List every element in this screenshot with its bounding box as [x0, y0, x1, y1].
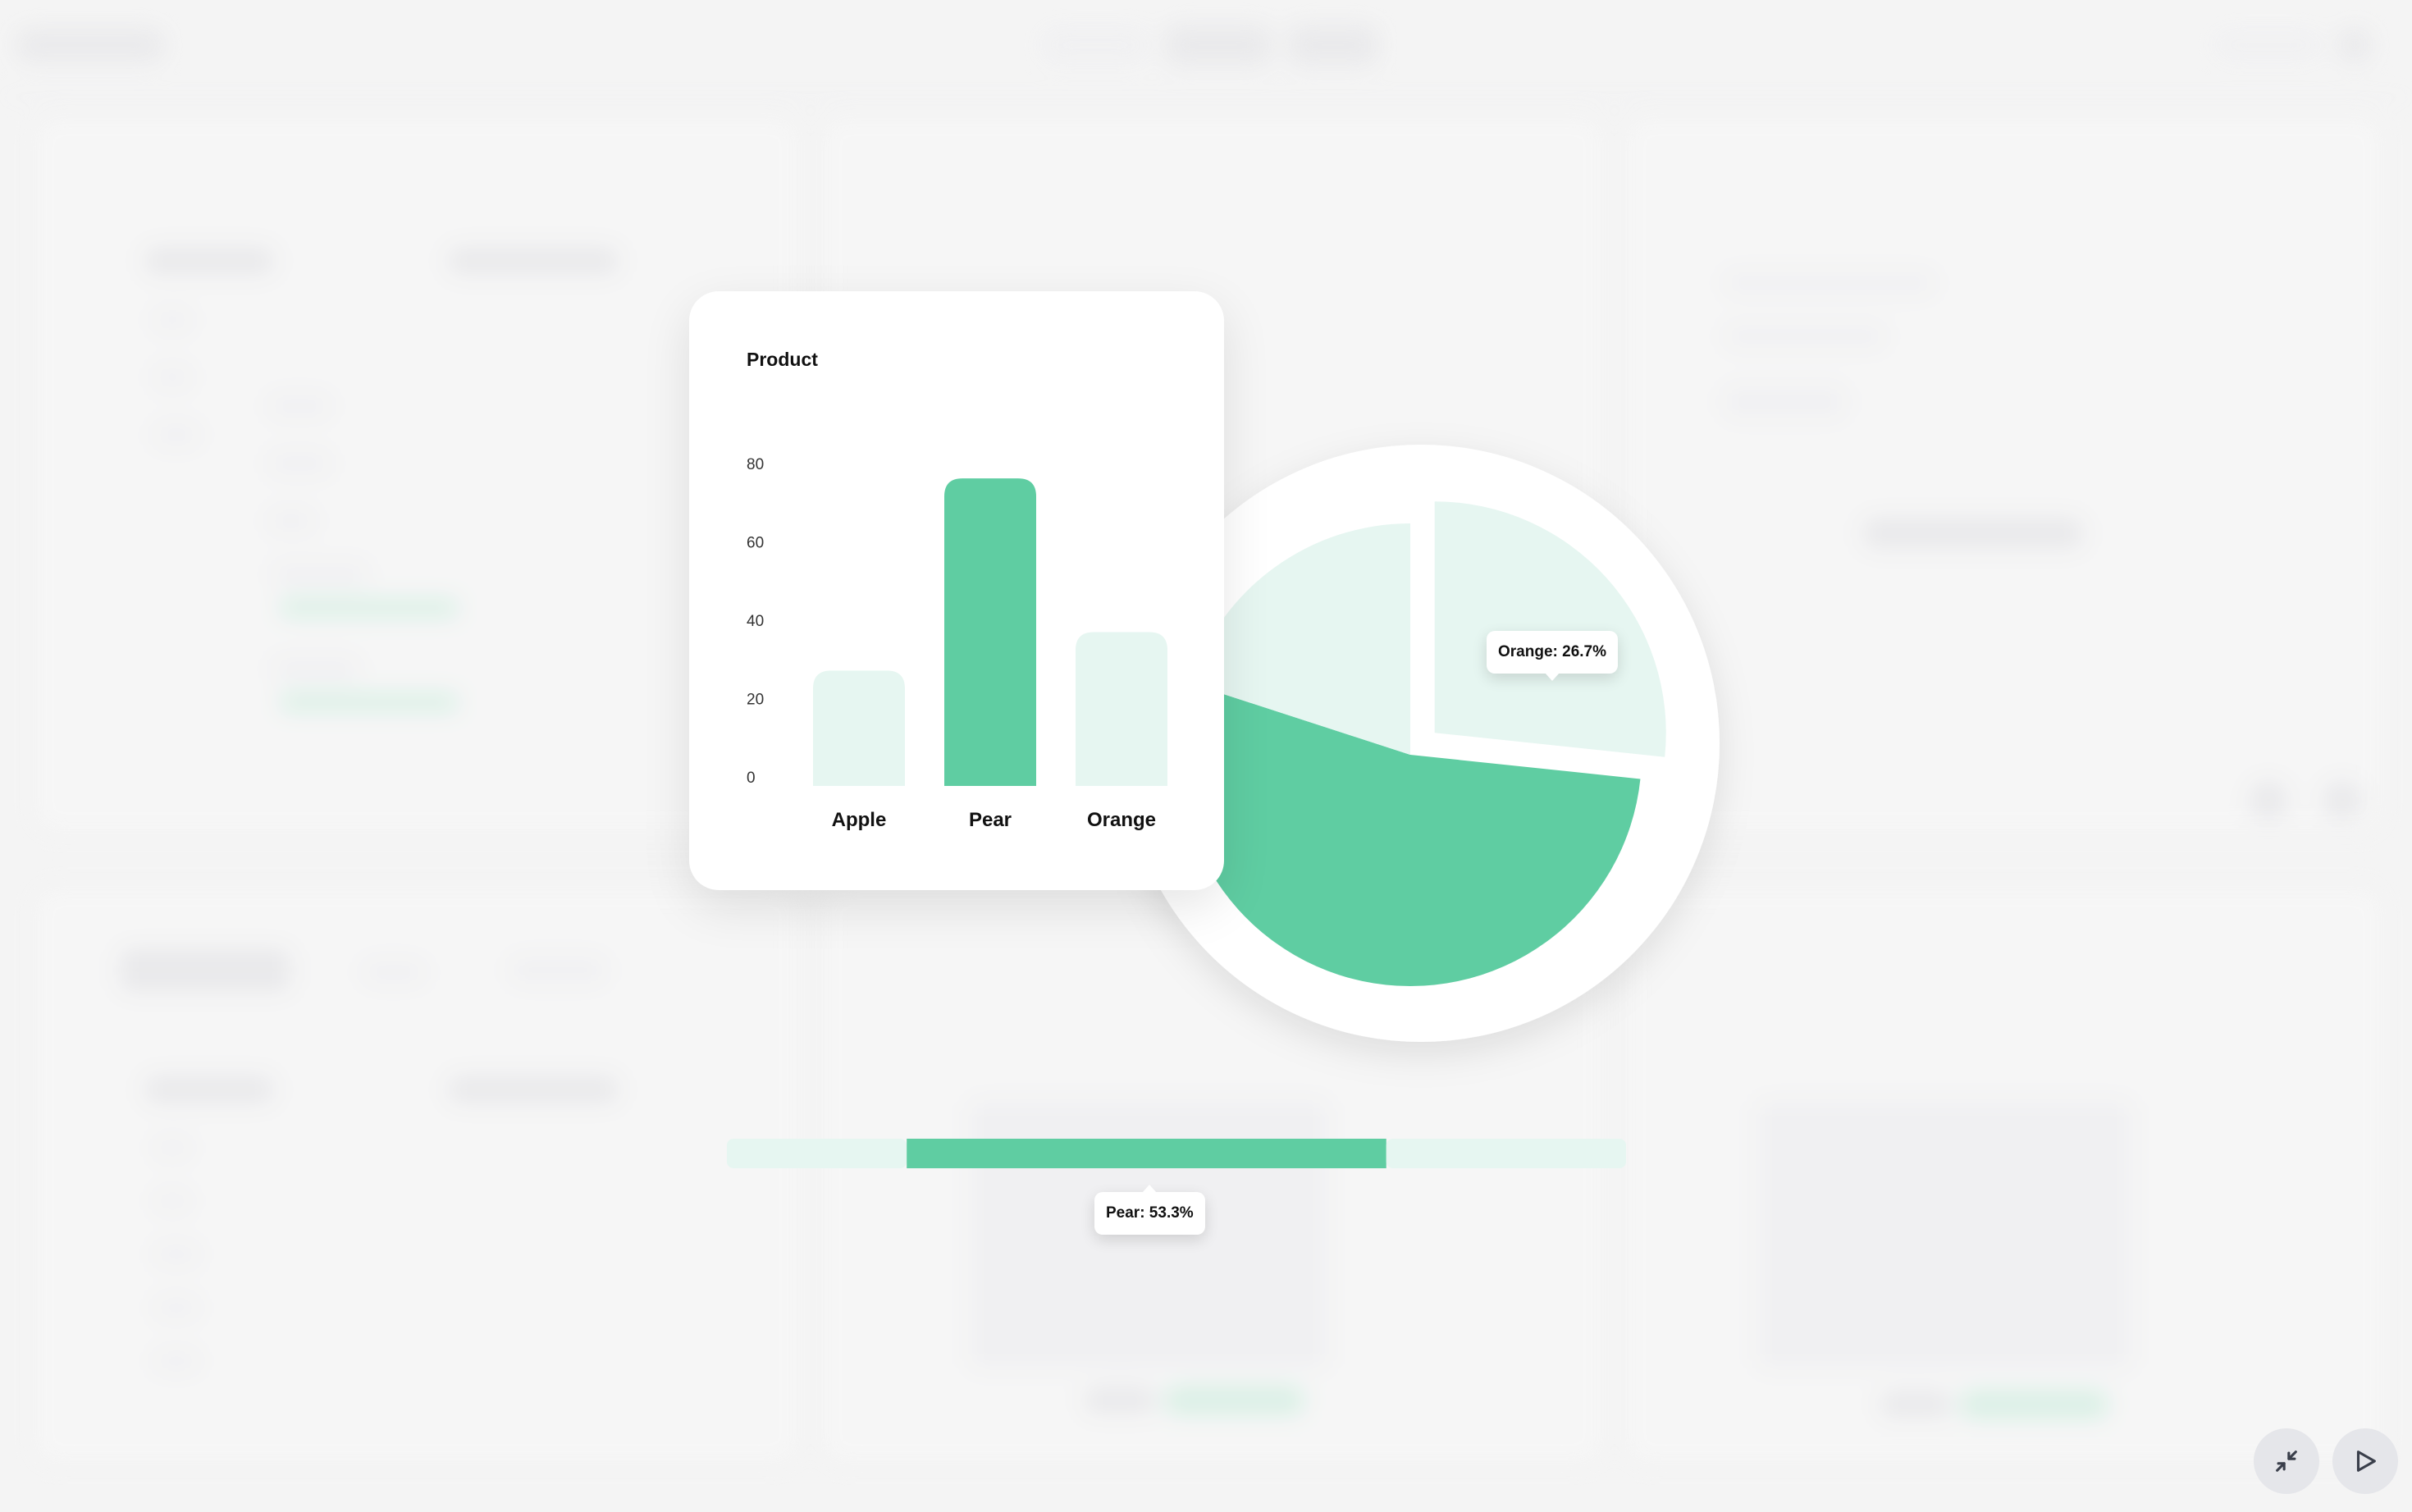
bar-chart-card: Product 0 20 40 60 80 Apple Pear Orange [689, 291, 1224, 890]
collapse-arrows-icon [2276, 1450, 2297, 1472]
play-button[interactable] [2332, 1428, 2398, 1494]
bar-apple[interactable] [813, 670, 905, 786]
x-tick-label: Pear [969, 809, 1012, 831]
y-tick-label: 20 [747, 692, 764, 709]
y-tick-label: 60 [747, 535, 764, 552]
bar-pear[interactable] [944, 478, 1036, 786]
stacked-bar-tooltip: Pear: 53.3% [1094, 1185, 1205, 1235]
x-tick-label: Apple [832, 809, 887, 831]
bar-orange[interactable] [1076, 632, 1167, 786]
y-tick-label: 80 [747, 456, 764, 473]
pie-tooltip: Orange: 26.7% [1487, 631, 1618, 681]
x-tick-label: Orange [1087, 809, 1156, 831]
collapse-button[interactable] [2254, 1428, 2319, 1494]
y-tick-label: 0 [747, 770, 756, 787]
y-tick-label: 40 [747, 613, 764, 630]
bar-chart-svg: 0 20 40 60 80 Apple Pear Orange [747, 456, 1167, 831]
play-icon [2356, 1450, 2376, 1472]
